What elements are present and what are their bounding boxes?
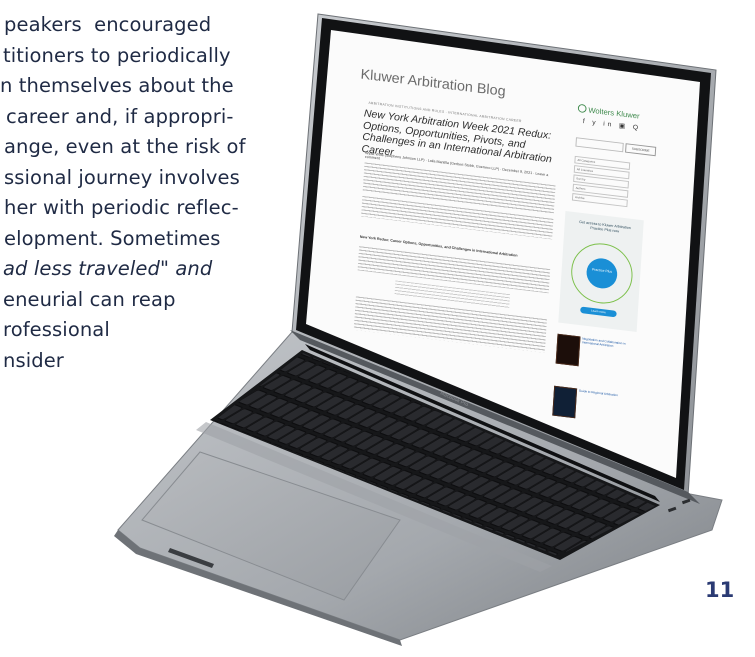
brochure-page: peakers encouraged titioners to periodic…	[0, 0, 755, 657]
promo-learn-more-button[interactable]: Learn more	[580, 306, 617, 318]
book-title-link[interactable]: Guide to Regional Arbitration	[579, 389, 633, 399]
article-paragraph	[353, 296, 547, 353]
article-paragraph	[357, 246, 551, 294]
promo-headline: Get access to Kluwer Arbitration Practic…	[579, 220, 631, 234]
blog-webpage: Kluwer Arbitration Blog Wolters Kluwer f…	[305, 42, 674, 474]
practice-plus-promo[interactable]: Get access to Kluwer Arbitration Practic…	[558, 210, 644, 332]
book-cover[interactable]	[552, 385, 578, 419]
twitter-icon[interactable]: y	[592, 120, 599, 127]
rss-icon[interactable]: ▣	[619, 123, 629, 131]
wolters-kluwer-logo-icon	[577, 103, 587, 114]
subscribe-email-input[interactable]	[575, 137, 624, 153]
facebook-icon[interactable]: f	[583, 118, 588, 125]
linkedin-icon[interactable]: in	[603, 121, 614, 129]
book-title-link[interactable]: Negotiation and Collaboration in Interna…	[582, 337, 636, 351]
page-number: 11	[705, 578, 735, 602]
subscribe-button[interactable]: SUBSCRIBE	[625, 143, 657, 157]
book-cover[interactable]	[555, 333, 581, 367]
search-icon[interactable]: Q	[633, 124, 641, 131]
blog-title[interactable]: Kluwer Arbitration Blog	[360, 66, 506, 99]
